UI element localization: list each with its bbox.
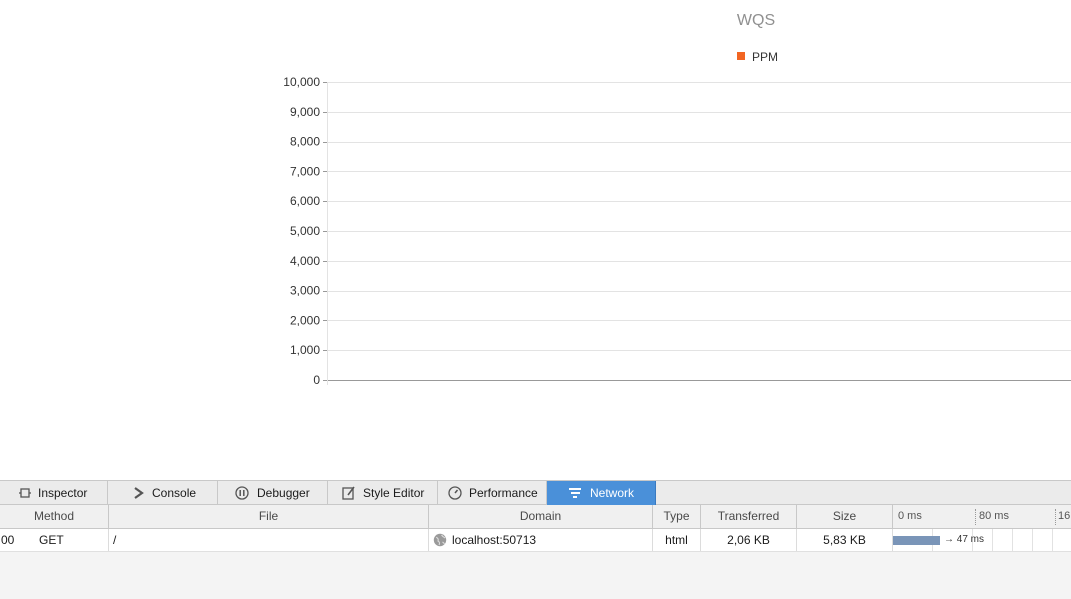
request-transferred: 2,06 KB [701, 529, 797, 551]
devtools-toolbar: Inspector Console Debugger Style Editor [0, 480, 1071, 505]
request-type: html [653, 529, 701, 551]
chart-legend[interactable]: PPM [737, 50, 778, 64]
y-axis-tick-label: 3,000 [290, 284, 320, 298]
y-axis-tick-label: 7,000 [290, 164, 320, 178]
column-file-label: File [258, 509, 279, 523]
inspector-icon [19, 488, 31, 498]
tab-style-editor[interactable]: Style Editor [328, 481, 438, 505]
chart-y-axis: 10,000 9,000 8,000 7,000 6,000 5,000 4,000 3,00… [283, 75, 328, 387]
tab-console[interactable]: Console [108, 481, 218, 505]
column-method-label: Method [33, 509, 75, 523]
y-axis-tick-label: 4,000 [290, 254, 320, 268]
tab-network-label: Network [590, 486, 635, 500]
tab-console-label: Console [152, 486, 197, 500]
tab-debugger-label: Debugger [257, 486, 310, 500]
waterfall-timing-label: → 47 ms [944, 534, 985, 545]
request-method: GET [30, 529, 109, 551]
devtools-panel: Inspector Console Debugger Style Editor [0, 480, 1071, 599]
timeline-tick: 0 ms [898, 510, 922, 522]
waterfall-timing-bar [893, 536, 940, 545]
chart-svg: WQS PPM 10,000 9,000 8,000 7,000 6,000 5,000 4… [283, 12, 1071, 387]
y-axis-tick-label: 10,000 [283, 75, 320, 89]
waterfall-gridline [1032, 529, 1033, 551]
legend-label: PPM [752, 50, 778, 64]
y-axis-tick-label: 6,000 [290, 194, 320, 208]
chart-area: WQS PPM 10,000 9,000 8,000 7,000 6,000 5,000 4… [0, 0, 1071, 480]
network-table-header: Method File Domain Type Transferred Size… [0, 505, 1071, 529]
column-transferred-label: Transferred [717, 509, 780, 523]
column-method[interactable]: Method [0, 505, 109, 528]
request-domain-label: localhost:50713 [452, 533, 537, 547]
y-axis-tick-label: 0 [313, 373, 320, 387]
column-domain-label: Domain [519, 509, 562, 523]
chart-title: WQS [737, 12, 775, 29]
timeline-tick: 16 [1058, 510, 1071, 522]
column-waterfall[interactable]: 0 ms 80 ms 16 [893, 505, 1071, 528]
globe-icon [433, 533, 447, 547]
timeline-tick: 80 ms [979, 510, 1009, 522]
network-request-row[interactable]: 00 GET / localhost:50713 html 2,06 KB 5,… [0, 529, 1071, 552]
request-domain: localhost:50713 [429, 529, 653, 551]
y-axis-tick-label: 9,000 [290, 105, 320, 119]
tab-network[interactable]: Network [547, 481, 656, 505]
chart-gridlines [328, 82, 1071, 351]
network-icon [569, 488, 581, 498]
tab-style-editor-label: Style Editor [363, 486, 425, 500]
performance-icon [448, 486, 462, 500]
tab-debugger[interactable]: Debugger [218, 481, 328, 505]
column-file[interactable]: File [109, 505, 429, 528]
column-size[interactable]: Size [797, 505, 893, 528]
tab-inspector-label: Inspector [38, 486, 88, 500]
timeline-tick-mark [975, 509, 976, 525]
waterfall-gridline [1052, 529, 1053, 551]
waterfall-gridline [1012, 529, 1013, 551]
column-size-label: Size [832, 509, 857, 523]
style-editor-icon [342, 486, 355, 500]
y-axis-tick-label: 5,000 [290, 224, 320, 238]
column-domain[interactable]: Domain [429, 505, 653, 528]
timeline-tick-mark [1055, 509, 1056, 525]
request-size: 5,83 KB [797, 529, 893, 551]
waterfall-gridline [992, 529, 993, 551]
console-icon [134, 487, 144, 499]
tab-inspector[interactable]: Inspector [0, 481, 108, 505]
legend-swatch [737, 52, 745, 60]
debugger-icon [235, 486, 249, 500]
y-axis-tick-label: 2,000 [290, 313, 320, 327]
tab-performance-label: Performance [469, 486, 538, 500]
column-transferred[interactable]: Transferred [701, 505, 797, 528]
column-type[interactable]: Type [653, 505, 701, 528]
tab-performance[interactable]: Performance [438, 481, 547, 505]
y-axis-tick-label: 1,000 [290, 343, 320, 357]
column-type-label: Type [663, 509, 690, 523]
request-status: 00 [1, 533, 15, 547]
y-axis-tick-label: 8,000 [290, 135, 320, 149]
request-file: / [109, 529, 429, 551]
